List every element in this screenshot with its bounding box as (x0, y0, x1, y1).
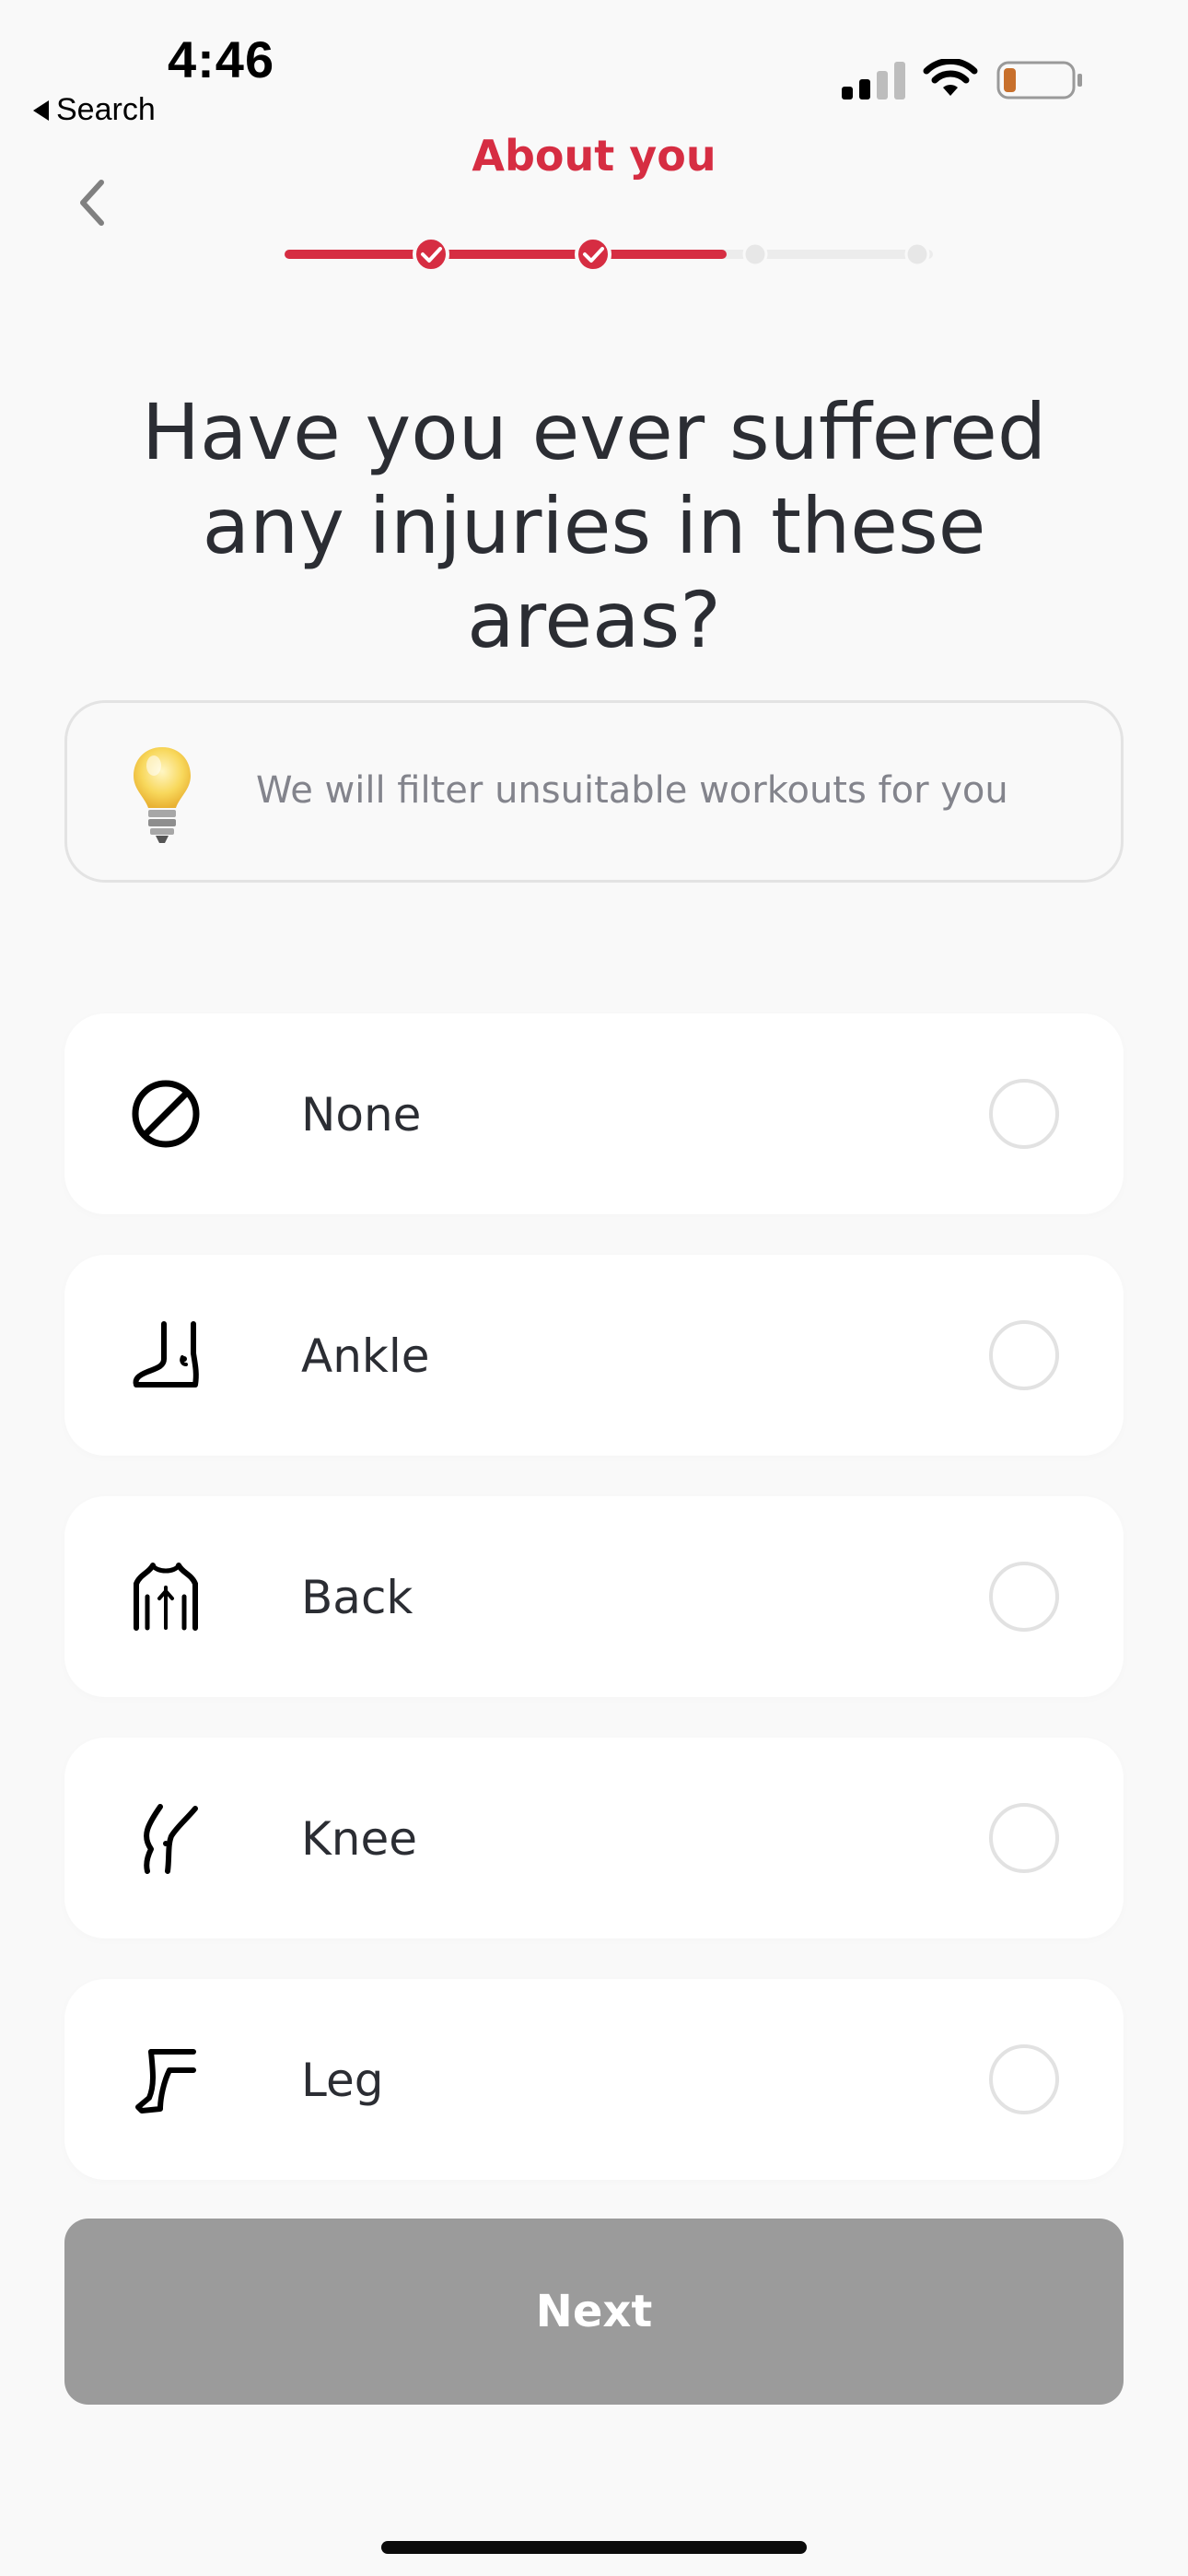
option-label: Back (301, 1571, 413, 1624)
option-label: Leg (301, 2054, 384, 2107)
cellular-signal-icon (842, 62, 905, 100)
back-chevron-icon[interactable] (72, 177, 112, 228)
tip-box: We will filter unsuitable workouts for y… (64, 700, 1124, 883)
back-triangle-icon (33, 100, 49, 121)
back-to-search-link[interactable]: Search (33, 92, 156, 128)
progress-step-complete-icon (575, 236, 611, 273)
option-knee[interactable]: Knee (64, 1738, 1124, 1938)
battery-icon (996, 61, 1082, 100)
home-indicator (381, 2541, 807, 2554)
progress-step-pending-dot (742, 241, 768, 267)
wifi-icon (923, 59, 978, 96)
leg-icon (135, 2049, 196, 2113)
option-radio[interactable] (989, 2044, 1059, 2114)
option-radio[interactable] (989, 1803, 1059, 1873)
question-heading: Have you ever suffered any injuries in t… (141, 387, 1047, 665)
option-radio[interactable] (989, 1562, 1059, 1632)
back-to-app-label: Search (56, 92, 156, 127)
status-time: 4:46 (168, 30, 275, 88)
onboarding-progress-bar (285, 236, 933, 273)
progress-step-complete-icon (413, 236, 449, 273)
option-label: None (301, 1088, 422, 1142)
header-title: About you (472, 131, 716, 181)
next-button[interactable]: Next (64, 2219, 1124, 2405)
option-back[interactable]: Back (64, 1496, 1124, 1697)
progress-step-pending-dot (904, 241, 930, 267)
ankle-icon (133, 1321, 199, 1388)
option-radio[interactable] (989, 1079, 1059, 1149)
option-none[interactable]: None (64, 1013, 1124, 1214)
knee-icon (144, 1804, 198, 1874)
option-leg[interactable]: Leg (64, 1979, 1124, 2180)
lightbulb-icon (134, 747, 191, 843)
no-symbol-icon (132, 1080, 200, 1148)
option-label: Ankle (301, 1329, 430, 1383)
back-icon (134, 1563, 198, 1631)
option-label: Knee (301, 1812, 418, 1866)
tip-text: We will filter unsuitable workouts for y… (256, 769, 1008, 812)
option-radio[interactable] (989, 1320, 1059, 1390)
injury-options-list: None Ankle Back Knee Leg (64, 1013, 1124, 2220)
option-ankle[interactable]: Ankle (64, 1255, 1124, 1456)
